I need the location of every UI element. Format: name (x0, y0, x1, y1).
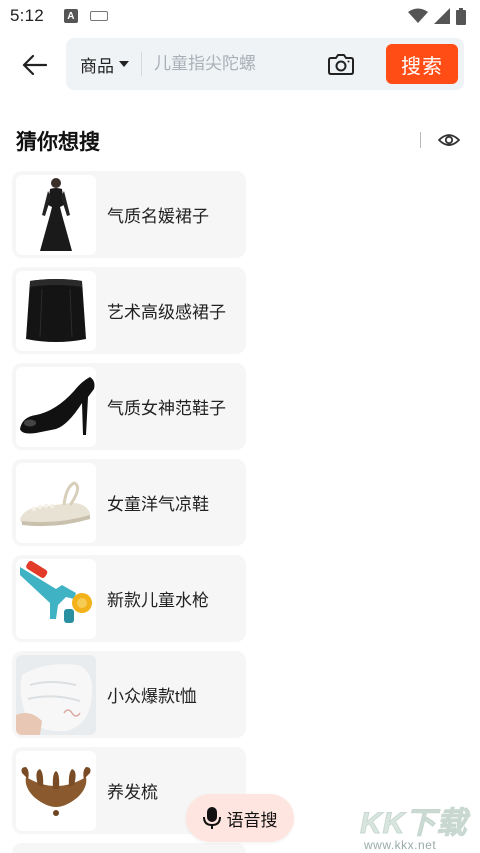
eye-icon (438, 134, 460, 146)
camera-icon (328, 54, 354, 75)
black-skirt-image (16, 270, 96, 351)
white-tshirt-image (16, 654, 96, 735)
search-divider (141, 52, 142, 76)
category-label: 商品 (80, 56, 114, 76)
voice-search-label: 语音搜 (226, 810, 278, 830)
suggestion-item[interactable]: 女童洋气凉鞋 (12, 459, 246, 546)
signal-icon (434, 8, 450, 24)
search-header: 商品 搜索 (0, 38, 480, 92)
search-box: 商品 搜索 (66, 38, 464, 90)
suggestion-item[interactable]: 小众爆款t恤 (12, 651, 246, 738)
back-button[interactable] (18, 49, 50, 81)
visibility-toggle-button[interactable] (437, 128, 461, 152)
status-icons (408, 7, 466, 25)
watermark-logo: KK下载 www.kkx.net (360, 798, 480, 853)
suggestion-item[interactable]: 新款儿童水枪 (12, 555, 246, 642)
caret-down-icon (119, 61, 129, 67)
water-gun-image (16, 558, 96, 639)
suggestion-label: 养发梳 (107, 783, 158, 802)
keyboard-icon (89, 11, 108, 21)
section-title: 猜你想搜 (16, 131, 100, 154)
suggestion-list: 气质名媛裙子 艺术高级感裙子 气质女神范鞋子 女童洋气凉鞋 新款儿童水枪 小众爆… (12, 171, 246, 843)
camera-search-button[interactable] (326, 50, 356, 78)
watermark-brand: KK下载 (360, 807, 468, 841)
search-input[interactable] (154, 38, 314, 90)
black-dress-image (16, 174, 96, 255)
search-button[interactable]: 搜索 (386, 44, 458, 84)
status-time: 5:12 (10, 6, 44, 25)
wifi-icon (408, 8, 428, 23)
black-heel-image (16, 366, 96, 447)
microphone-icon (202, 807, 221, 829)
suggestion-item[interactable]: 气质女神范鞋子 (12, 363, 246, 450)
battery-icon (456, 7, 466, 25)
suggestion-label: 气质名媛裙子 (107, 207, 209, 226)
category-dropdown[interactable]: 商品 (66, 38, 129, 90)
suggestion-label: 艺术高级感裙子 (107, 303, 226, 322)
back-arrow-icon (22, 54, 47, 76)
sandal-image (16, 462, 96, 543)
suggestions-header: 猜你想搜 (0, 124, 480, 156)
header-divider (420, 132, 421, 148)
suggestion-label: 新款儿童水枪 (107, 591, 209, 610)
notification-a-icon: A (63, 9, 78, 23)
status-bar: 5:12 A (0, 0, 480, 32)
wooden-comb-image (16, 750, 96, 831)
voice-search-button[interactable]: 语音搜 (186, 794, 294, 842)
suggestion-label: 气质女神范鞋子 (107, 399, 226, 418)
next-suggestion-peek (12, 843, 246, 853)
suggestion-label: 小众爆款t恤 (107, 687, 197, 706)
suggestion-item[interactable]: 艺术高级感裙子 (12, 267, 246, 354)
suggestion-label: 女童洋气凉鞋 (107, 495, 209, 514)
suggestion-item[interactable]: 气质名媛裙子 (12, 171, 246, 258)
